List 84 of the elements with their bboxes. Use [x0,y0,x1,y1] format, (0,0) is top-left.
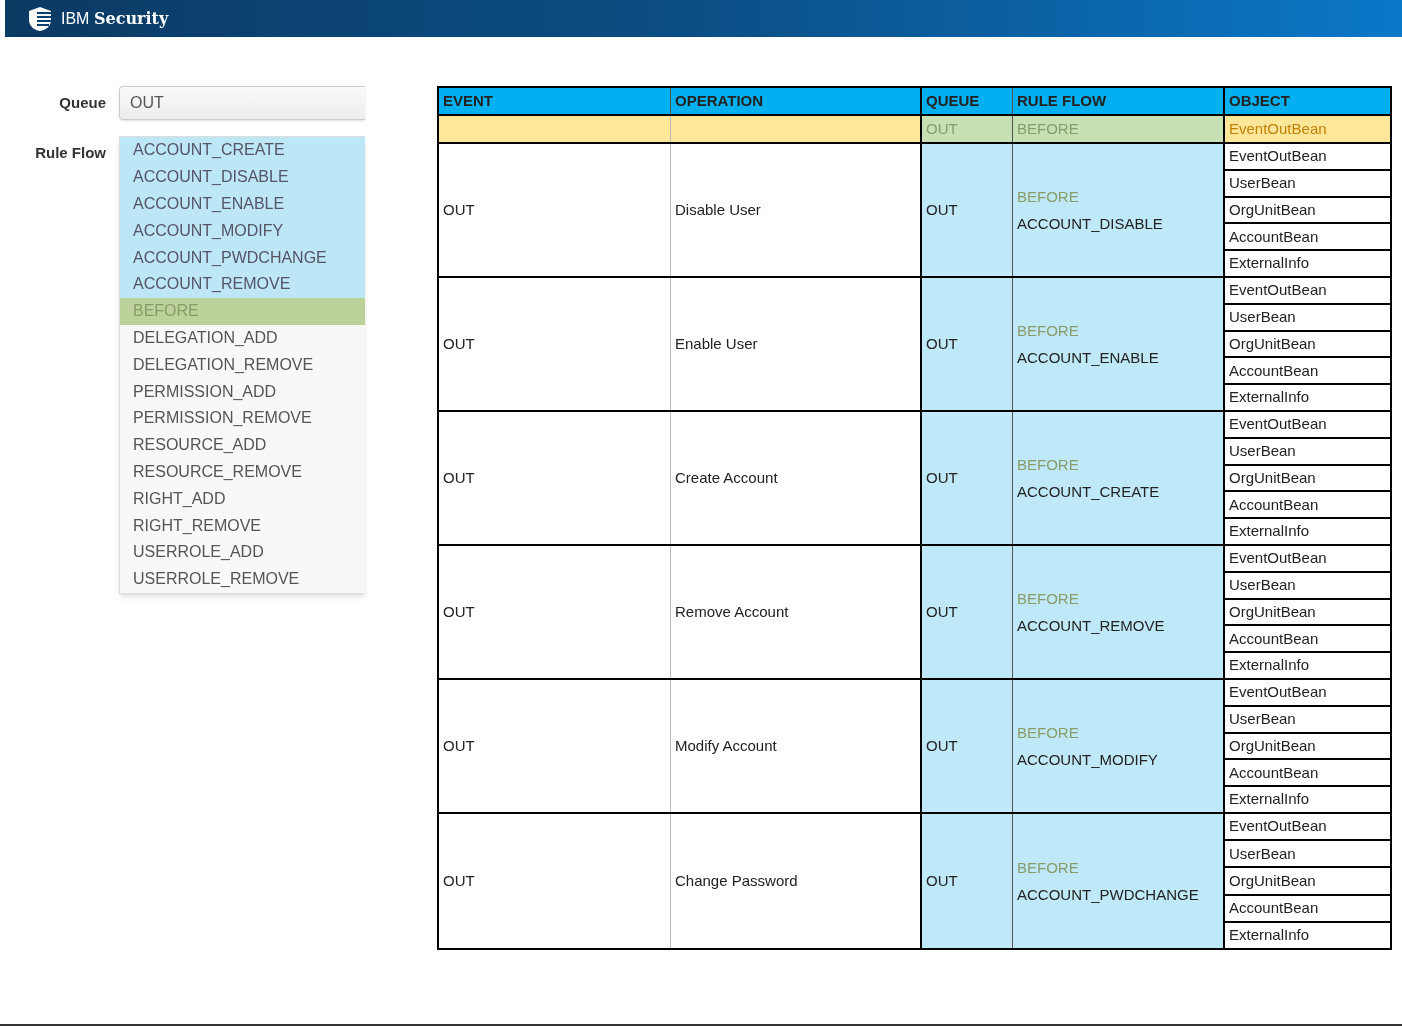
rule-flow-option[interactable]: ACCOUNT_ENABLE [120,190,365,218]
rule-flow-option[interactable]: RESOURCE_REMOVE [120,458,365,486]
table-cell: UserBean [1225,302,1390,330]
stage-text: BEFORE [1017,589,1080,609]
column-header: OPERATION [670,88,920,114]
stage-text: BEFORE [1017,455,1080,475]
rule-flow-option[interactable]: RIGHT_ADD [120,485,365,513]
stage-text: BEFORE [1017,858,1080,878]
column-header: RULE FLOW [1012,88,1223,114]
rule-flow-option[interactable]: ACCOUNT_REMOVE [120,271,365,298]
rule-flow-label: Rule Flow [34,143,106,163]
table-cell-text: EventOutBean [1228,280,1328,301]
table-cell: OUT [920,116,1012,142]
column-header: EVENT [442,90,494,111]
table-cell: AccountBean [1225,222,1390,250]
table-cell-text: EventOutBean [1228,146,1328,167]
rule-flow-option[interactable]: PERMISSION_REMOVE [120,404,365,432]
table-cell: ExternalInfo [1225,920,1390,948]
rule-flow-option[interactable]: ACCOUNT_PWDCHANGE [120,244,365,271]
rule-flow-option[interactable]: USERROLE_ADD [120,538,365,566]
table-cell: BEFORE [1012,116,1223,142]
rule-flow-text: ACCOUNT_REMOVE [1017,616,1166,636]
rule-flow-option[interactable]: ACCOUNT_DISABLE [120,163,365,191]
rule-flow-option[interactable]: DELEGATION_ADD [120,324,365,352]
column-header: QUEUE [920,88,1012,114]
table-cell: OUT [920,412,1012,544]
rule-flow-option[interactable]: ACCOUNT_CREATE [120,137,365,164]
table-cell: UserBean [1225,704,1390,732]
rule-flow-list[interactable] [119,136,365,594]
logo-icon [27,5,53,32]
table-cell: OrgUnitBean [1225,597,1390,625]
table-cell: ExternalInfo [1225,651,1390,678]
table-cell-text: EventOutBean [1228,682,1328,703]
table-cell: OUT [920,144,1012,276]
table-cell: OrgUnitBean [1225,731,1390,759]
brand-name: IBM Security [61,7,169,30]
rule-flow-text: ACCOUNT_CREATE [1017,482,1161,502]
table-cell: OUT [920,278,1012,410]
table-cell: AccountBean [1225,624,1390,652]
table-cell: OUT [920,814,1012,948]
table-cell: AccountBean [1225,893,1390,921]
table-cell: OrgUnitBean [1225,195,1390,223]
stage-text: BEFORE [1017,187,1080,207]
table-cell: AccountBean [1225,356,1390,384]
table-cell: UserBean [1225,570,1390,598]
stage-text: BEFORE [1017,723,1080,743]
table-cell-text: OUT [442,870,476,891]
rule-flow-option[interactable]: ACCOUNT_MODIFY [120,217,365,245]
table-cell: OrgUnitBean [1225,329,1390,357]
rule-flow-option[interactable]: RIGHT_REMOVE [120,512,365,539]
table-cell: ExternalInfo [1225,383,1390,410]
table-cell: ExternalInfo [1225,249,1390,276]
table-cell: UserBean [1225,168,1390,196]
table-cell-text: OUT [442,467,476,488]
rule-flow-option[interactable]: PERMISSION_ADD [120,378,365,405]
rule-flow-text: ACCOUNT_PWDCHANGE [1017,885,1200,905]
table-cell-text: OUT [442,333,476,354]
queue-label: Queue [58,92,106,113]
table-cell: EventOutBean [1223,116,1390,142]
table-cell-text: EventOutBean [1228,548,1328,569]
table-cell: AccountBean [1225,758,1390,786]
table-cell: OrgUnitBean [1225,866,1390,894]
rule-flow-option[interactable]: USERROLE_REMOVE [120,565,365,593]
table-cell: UserBean [1225,436,1390,464]
table-cell-text: OUT [442,199,476,220]
table-cell-text: EventOutBean [1228,816,1328,837]
rule-flow-text: ACCOUNT_DISABLE [1017,214,1164,234]
table-cell: ExternalInfo [1225,785,1390,812]
stage-text: BEFORE [1017,321,1080,341]
table-cell-text: OUT [442,601,476,622]
rule-flow-text: ACCOUNT_ENABLE [1017,348,1160,368]
table-cell: OUT [920,546,1012,678]
rule-flow-text: ACCOUNT_MODIFY [1017,750,1159,770]
table-cell: ExternalInfo [1225,517,1390,544]
table-cell: OrgUnitBean [1225,463,1390,491]
table-cell-text: OUT [442,735,476,756]
table-cell-text: EventOutBean [1228,414,1328,435]
table-cell: AccountBean [1225,490,1390,518]
table-cell: UserBean [1225,839,1390,867]
table-cell: OUT [920,680,1012,812]
rule-flow-option[interactable]: RESOURCE_ADD [120,431,365,459]
column-header: OBJECT [1223,88,1390,114]
rule-flow-option[interactable]: DELEGATION_REMOVE [120,351,365,379]
queue-field[interactable]: OUT [119,86,365,120]
